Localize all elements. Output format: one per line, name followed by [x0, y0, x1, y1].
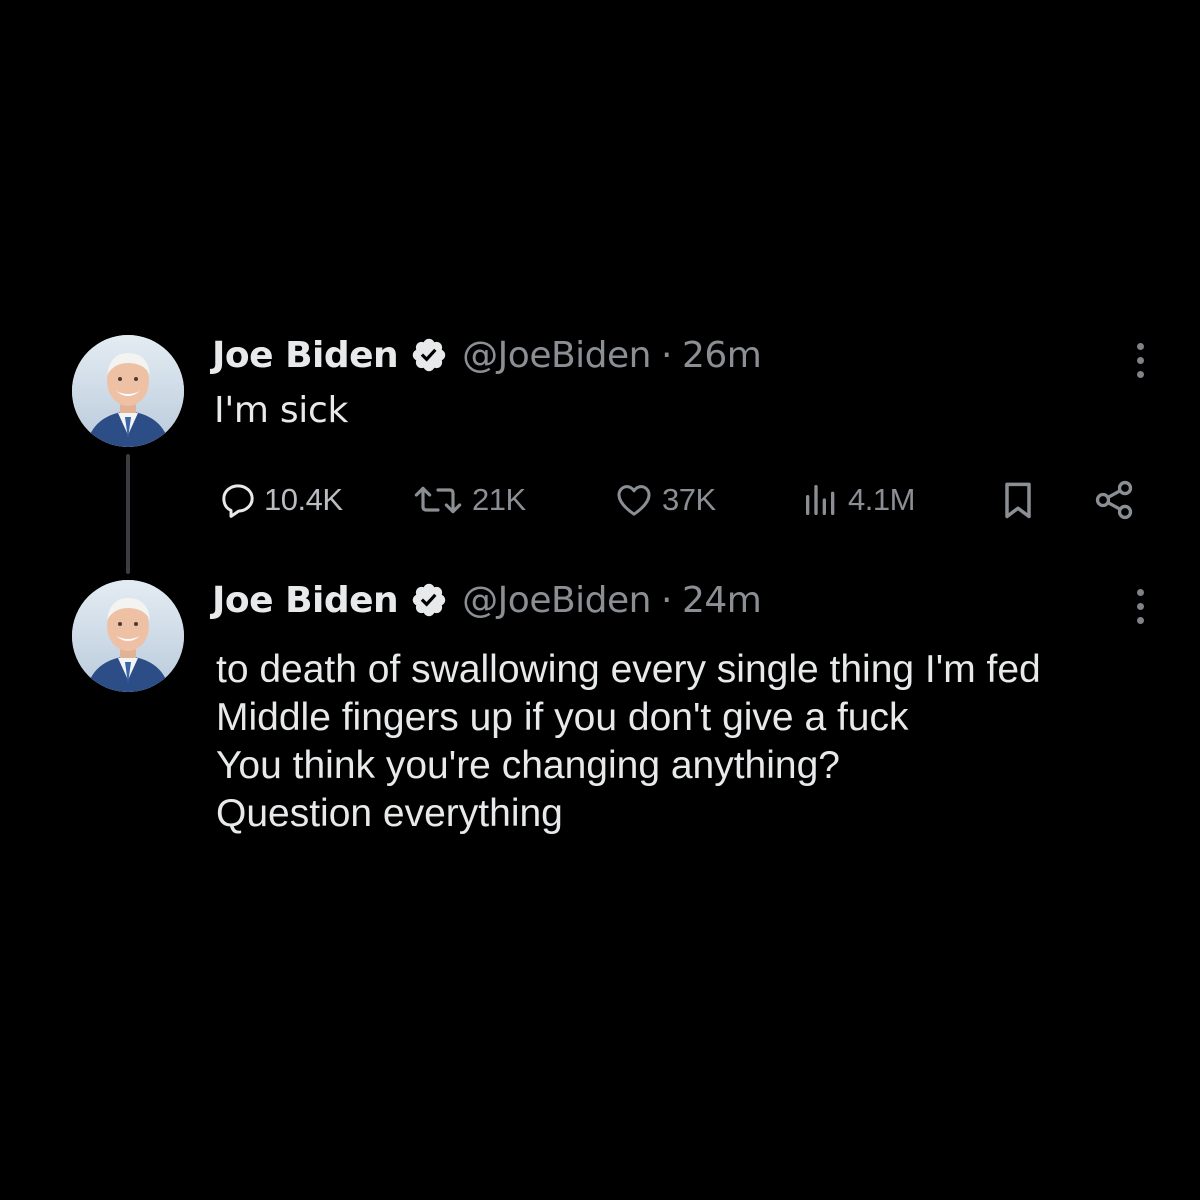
- avatar-portrait-icon: [72, 580, 184, 692]
- verified-badge-icon: [412, 583, 446, 617]
- separator-dot: ·: [660, 334, 672, 376]
- like-icon: [617, 485, 651, 516]
- author-handle[interactable]: @JoeBiden: [462, 335, 651, 376]
- avatar-portrait-icon: [72, 335, 184, 447]
- avatar[interactable]: [72, 580, 184, 692]
- tweet-header: Joe Biden @JoeBiden · 26m: [212, 330, 762, 380]
- share-button[interactable]: [1090, 472, 1138, 528]
- views-button[interactable]: 4.1M: [800, 472, 915, 528]
- avatar[interactable]: [72, 335, 184, 447]
- tweet-text-line: Question everything: [216, 792, 563, 835]
- timestamp[interactable]: 24m: [682, 580, 762, 621]
- tweet-text: to death of swallowing every single thin…: [216, 646, 1041, 838]
- repost-icon: [414, 486, 462, 514]
- reply-icon: [222, 484, 254, 518]
- tweet-text-line: Middle fingers up if you don't give a fu…: [216, 696, 909, 739]
- like-count: 37K: [662, 482, 716, 517]
- author-name[interactable]: Joe Biden: [212, 335, 399, 376]
- timestamp[interactable]: 26m: [682, 335, 762, 376]
- repost-count: 21K: [472, 482, 526, 517]
- tweet-text-line: to death of swallowing every single thin…: [216, 648, 1041, 691]
- bookmark-button[interactable]: [996, 472, 1040, 528]
- tweet-text: I'm sick: [214, 390, 349, 431]
- author-handle[interactable]: @JoeBiden: [462, 580, 651, 621]
- like-button[interactable]: 37K: [612, 472, 716, 528]
- views-count: 4.1M: [848, 482, 915, 517]
- more-options-icon[interactable]: [1130, 589, 1150, 624]
- tweet-header: Joe Biden @JoeBiden · 24m: [212, 575, 762, 625]
- share-icon: [1095, 480, 1133, 520]
- verified-badge-icon: [412, 338, 446, 372]
- reply-count: 10.4K: [264, 482, 343, 517]
- views-icon: [806, 485, 835, 515]
- separator-dot: ·: [660, 579, 672, 621]
- bookmark-icon: [1005, 482, 1031, 519]
- more-options-icon[interactable]: [1130, 343, 1150, 378]
- reply-button[interactable]: 10.4K: [218, 472, 343, 528]
- tweet-actions-bar: 10.4K 21K 37K 4.1M: [0, 472, 1200, 528]
- tweet-text-line: You think you're changing anything?: [216, 744, 840, 787]
- repost-button[interactable]: 21K: [410, 472, 526, 528]
- author-name[interactable]: Joe Biden: [212, 580, 399, 621]
